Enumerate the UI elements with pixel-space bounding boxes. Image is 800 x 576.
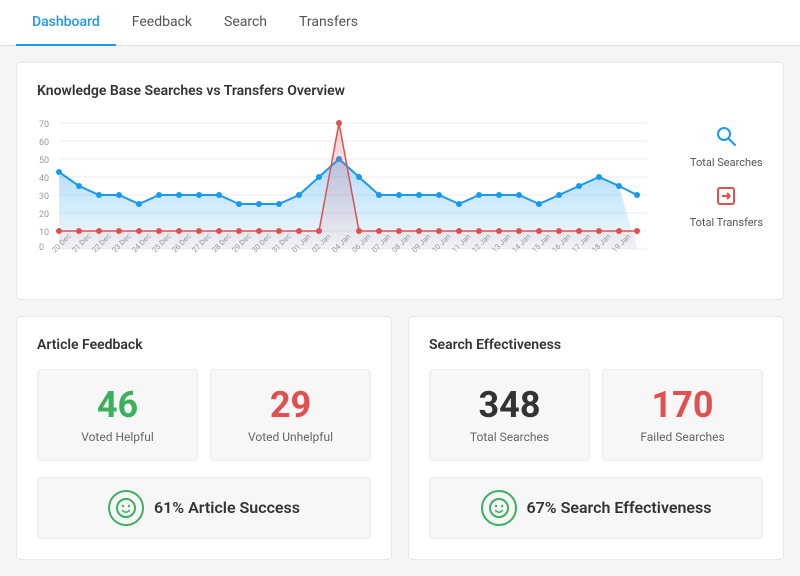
legend-total-searches: Total Searches: [690, 125, 763, 169]
search-effectiveness-card: Search Effectiveness 348 Total Searches …: [408, 316, 784, 560]
voted-unhelpful-value: 29: [227, 386, 354, 426]
tab-transfers[interactable]: Transfers: [283, 0, 374, 46]
chart-svg-container: 70 60 50 40 30 20 10 0: [37, 115, 674, 279]
total-searches-box: 348 Total Searches: [429, 369, 590, 461]
svg-text:40: 40: [39, 174, 49, 184]
chart-svg: 70 60 50 40 30 20 10 0: [37, 115, 657, 275]
search-effectiveness-title: Search Effectiveness: [429, 337, 763, 353]
tab-dashboard[interactable]: Dashboard: [16, 0, 116, 46]
search-effectiveness-text: 67% Search Effectiveness: [527, 498, 712, 517]
main-content: Knowledge Base Searches vs Transfers Ove…: [0, 46, 800, 576]
article-smiley-icon: [108, 490, 144, 526]
transfer-icon: [715, 185, 737, 212]
legend-total-searches-label: Total Searches: [690, 156, 763, 169]
article-success-row: 61% Article Success: [37, 477, 371, 539]
search-effectiveness-row: 67% Search Effectiveness: [429, 477, 763, 539]
search-icon: [715, 125, 737, 152]
chart-card: Knowledge Base Searches vs Transfers Ove…: [16, 62, 784, 300]
svg-text:60: 60: [39, 138, 49, 148]
article-feedback-card: Article Feedback 46 Voted Helpful 29 Vot…: [16, 316, 392, 560]
svg-text:50: 50: [39, 156, 49, 166]
svg-text:70: 70: [39, 120, 49, 130]
tab-search[interactable]: Search: [208, 0, 283, 46]
svg-text:0: 0: [39, 243, 44, 253]
article-feedback-metrics: 46 Voted Helpful 29 Voted Unhelpful: [37, 369, 371, 461]
legend-total-transfers: Total Transfers: [690, 185, 763, 229]
failed-searches-value: 170: [619, 386, 746, 426]
search-effectiveness-metrics: 348 Total Searches 170 Failed Searches: [429, 369, 763, 461]
tab-navigation: Dashboard Feedback Search Transfers: [0, 0, 800, 46]
voted-helpful-value: 46: [54, 386, 181, 426]
chart-legend: Total Searches Total Transfers: [690, 115, 763, 229]
voted-helpful-label: Voted Helpful: [54, 430, 181, 444]
svg-text:10: 10: [39, 228, 49, 238]
app-container: Dashboard Feedback Search Transfers Know…: [0, 0, 800, 576]
legend-total-transfers-label: Total Transfers: [690, 216, 763, 229]
search-smiley-icon: [481, 490, 517, 526]
svg-text:30: 30: [39, 192, 49, 202]
failed-searches-box: 170 Failed Searches: [602, 369, 763, 461]
article-feedback-title: Article Feedback: [37, 337, 371, 353]
tab-feedback[interactable]: Feedback: [116, 0, 208, 46]
total-searches-label: Total Searches: [446, 430, 573, 444]
voted-unhelpful-box: 29 Voted Unhelpful: [210, 369, 371, 461]
voted-helpful-box: 46 Voted Helpful: [37, 369, 198, 461]
article-success-text: 61% Article Success: [154, 498, 300, 517]
svg-text:20: 20: [39, 210, 49, 220]
bottom-row: Article Feedback 46 Voted Helpful 29 Vot…: [16, 316, 784, 560]
chart-title: Knowledge Base Searches vs Transfers Ove…: [37, 83, 763, 99]
failed-searches-label: Failed Searches: [619, 430, 746, 444]
voted-unhelpful-label: Voted Unhelpful: [227, 430, 354, 444]
total-searches-value: 348: [446, 386, 573, 426]
chart-area: 70 60 50 40 30 20 10 0: [37, 115, 763, 279]
